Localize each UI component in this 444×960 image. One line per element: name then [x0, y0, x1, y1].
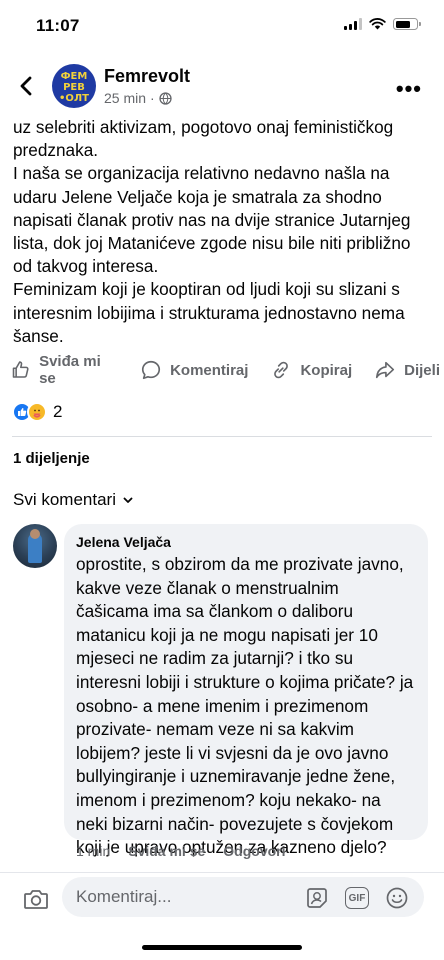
gif-button[interactable]: GIF	[344, 885, 370, 911]
comments-filter-dropdown[interactable]: Svi komentari	[13, 490, 134, 510]
battery-icon	[393, 18, 421, 30]
copy-label: Kopiraj	[300, 361, 353, 379]
chevron-down-icon	[123, 497, 133, 503]
shares-count[interactable]: 1 dijeljenje	[13, 450, 90, 467]
more-options-button[interactable]: •••	[396, 76, 422, 102]
femrevolt-logo-icon: ФЕМ РЕВ •ОЛТ	[59, 71, 89, 104]
comment-text: oprostite, s obzirom da me prozivate jav…	[76, 554, 414, 858]
post-header: ФЕМ РЕВ •ОЛТ Femrevolt 25 min · •••	[0, 56, 444, 118]
comment-button[interactable]: Komentiraj	[140, 359, 248, 381]
post-paragraph-1: uz selebriti aktivizam, pogotovo onaj fe…	[13, 117, 394, 161]
comment-composer: GIF	[0, 872, 444, 960]
avatar-sticker-icon[interactable]	[304, 885, 330, 911]
link-icon	[274, 361, 289, 379]
post-time[interactable]: 25 min	[104, 90, 146, 106]
meta-separator: ·	[150, 90, 155, 106]
post-paragraph-3: Feminizam koji je kooptiran od ljudi koj…	[13, 279, 405, 346]
globe-icon	[159, 91, 172, 105]
status-time: 11:07	[36, 16, 80, 35]
comment-label: Komentiraj	[170, 361, 249, 379]
logo-line-3: •ОЛТ	[59, 93, 89, 104]
like-button[interactable]: Sviđa mi se	[10, 353, 118, 387]
status-bar: 11:07	[0, 0, 444, 52]
comment-meta: 1 min Sviđa mi se Odgovori	[76, 843, 286, 859]
comment-bubble-icon	[142, 360, 161, 380]
wifi-icon	[369, 18, 386, 30]
comment-author[interactable]: Jelena Veljača	[76, 534, 416, 550]
copy-button[interactable]: Kopiraj	[270, 359, 352, 381]
comment-reply-button[interactable]: Odgovori	[223, 843, 285, 859]
commenter-avatar[interactable]	[13, 524, 57, 568]
comment-time: 1 min	[76, 843, 111, 859]
comments-filter-label: Svi komentari	[13, 490, 116, 509]
logo-line-2: РЕВ	[63, 82, 85, 93]
post-actions-bar: Sviđa mi se Komentiraj Kopiraj Dijeli	[10, 353, 440, 387]
thumbs-up-icon	[12, 361, 29, 378]
gif-label: GIF	[345, 887, 369, 909]
like-label: Sviđa mi se	[39, 353, 101, 387]
post-paragraph-2: I naša se organizacija relativno nedavno…	[13, 163, 411, 277]
post-body: uz selebriti aktivizam, pogotovo onaj fe…	[13, 100, 433, 348]
share-label: Dijeli	[404, 361, 440, 379]
home-indicator[interactable]	[142, 945, 302, 950]
composer-tools: GIF	[304, 885, 410, 911]
page-name[interactable]: Femrevolt	[104, 66, 190, 87]
care-reaction-icon	[27, 402, 47, 422]
share-button[interactable]: Dijeli	[374, 359, 440, 381]
comment-bubble[interactable]: Jelena Veljača oprostite, s obzirom da m…	[64, 524, 428, 857]
camera-icon[interactable]	[22, 885, 50, 913]
emoji-icon[interactable]	[384, 885, 410, 911]
reaction-count: 2	[53, 402, 63, 421]
logo-line-1: ФЕМ	[61, 71, 88, 82]
page-avatar-logo[interactable]: ФЕМ РЕВ •ОЛТ	[52, 64, 96, 108]
cellular-signal-icon	[344, 18, 362, 30]
section-divider	[12, 436, 432, 437]
reactions-summary[interactable]: 2	[12, 401, 62, 423]
status-icons	[344, 18, 421, 30]
back-arrow-icon[interactable]	[14, 73, 40, 99]
comment-like-button[interactable]: Sviđa mi se	[128, 843, 205, 859]
share-arrow-icon	[376, 361, 395, 379]
post-meta: 25 min ·	[104, 90, 172, 106]
